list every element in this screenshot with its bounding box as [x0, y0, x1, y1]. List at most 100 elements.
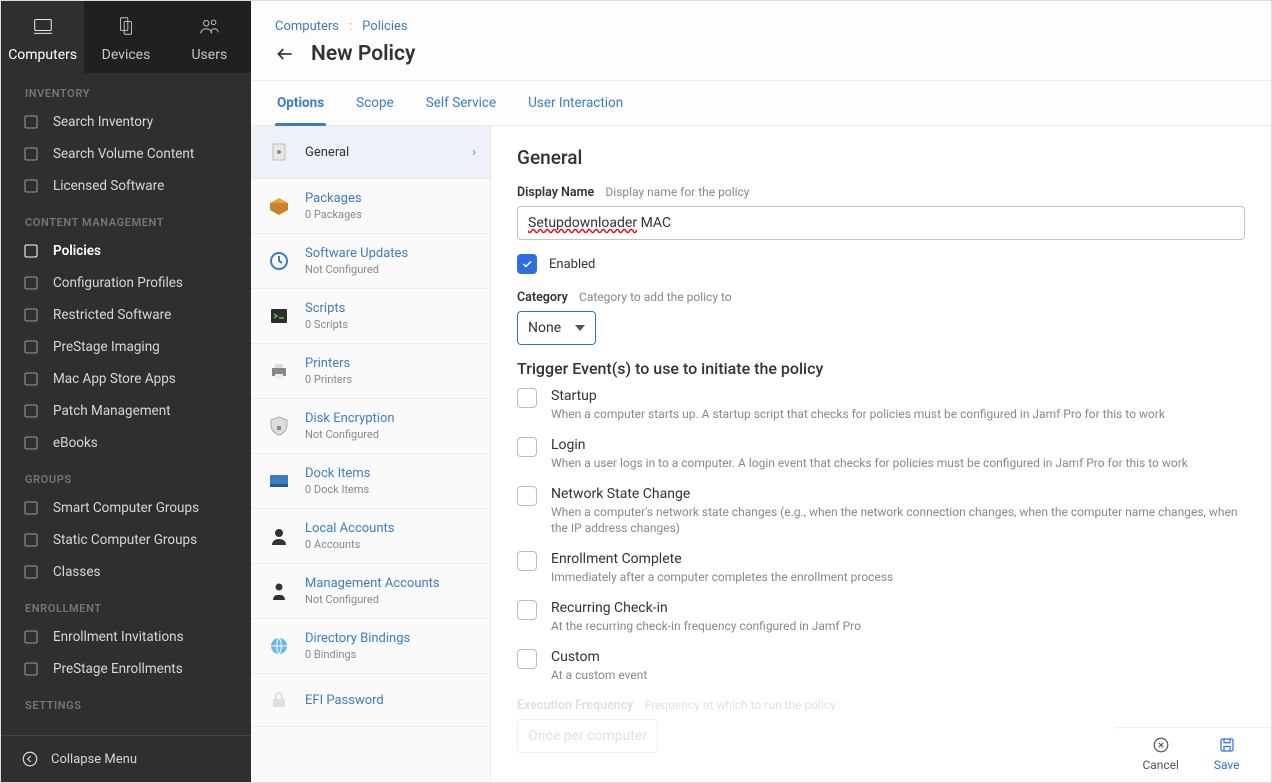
sidebar-item-patch-management[interactable]: Patch Management — [1, 395, 251, 427]
nav-icon — [21, 531, 41, 549]
nav-icon — [21, 338, 41, 356]
enabled-checkbox-row: Enabled — [517, 254, 1245, 274]
exec-freq-label: Execution Frequency — [517, 698, 633, 713]
save-button[interactable]: Save — [1214, 736, 1240, 772]
enabled-checkbox[interactable] — [517, 254, 537, 274]
trigger-network-state-change: Network State ChangeWhen a computer's ne… — [517, 486, 1245, 538]
trigger-hint: Event(s) to use to initiate the policy — [572, 359, 823, 378]
section-heading: INVENTORY — [1, 73, 251, 106]
sidebar-item-licensed-software[interactable]: Licensed Software — [1, 170, 251, 202]
trigger-custom: CustomAt a custom event — [517, 649, 1245, 684]
trigger-label: Trigger — [517, 359, 568, 378]
section-heading: GROUPS — [1, 459, 251, 492]
option-disk-encryption[interactable]: Disk EncryptionNot Configured — [251, 399, 490, 454]
sidebar-item-restricted-software[interactable]: Restricted Software — [1, 299, 251, 331]
option-icon — [265, 247, 293, 275]
trigger-checkbox[interactable] — [517, 437, 537, 457]
subtab-options[interactable]: Options — [275, 81, 326, 125]
trigger-startup: StartupWhen a computer starts up. A star… — [517, 388, 1245, 423]
nav-icon — [21, 306, 41, 324]
tab-users[interactable]: Users — [168, 1, 251, 73]
sidebar-item-ebooks[interactable]: eBooks — [1, 427, 251, 459]
option-printers[interactable]: Printers0 Printers — [251, 344, 490, 399]
sidebar-item-static-computer-groups[interactable]: Static Computer Groups — [1, 524, 251, 556]
option-general[interactable]: General› — [251, 126, 490, 179]
trigger-checkbox[interactable] — [517, 388, 537, 408]
nav-icon — [21, 177, 41, 195]
display-name-input[interactable]: Setupdownloader MAC — [517, 206, 1245, 240]
nav-icon — [21, 370, 41, 388]
options-list: General›Packages0 PackagesSoftware Updat… — [251, 126, 491, 782]
option-packages[interactable]: Packages0 Packages — [251, 179, 490, 234]
nav-icon — [21, 274, 41, 292]
option-local-accounts[interactable]: Local Accounts0 Accounts — [251, 509, 490, 564]
exec-freq-select[interactable]: Once per computer — [517, 719, 658, 753]
chevron-right-icon: › — [472, 145, 476, 160]
enabled-label: Enabled — [549, 257, 595, 272]
trigger-recurring-check-in: Recurring Check-inAt the recurring check… — [517, 600, 1245, 635]
option-dock-items[interactable]: Dock Items0 Dock Items — [251, 454, 490, 509]
option-icon — [265, 192, 293, 220]
option-icon — [265, 577, 293, 605]
tab-devices[interactable]: Devices — [84, 1, 167, 73]
sidebar-item-prestage-imaging[interactable]: PreStage Imaging — [1, 331, 251, 363]
nav-icon — [21, 499, 41, 517]
users-icon — [196, 15, 222, 41]
category-label: Category — [517, 290, 568, 305]
subtab-scope[interactable]: Scope — [354, 81, 396, 125]
breadcrumb-leaf[interactable]: Policies — [362, 19, 407, 34]
trigger-enrollment-complete: Enrollment CompleteImmediately after a c… — [517, 551, 1245, 586]
subtabs: Options Scope Self Service User Interaction — [251, 81, 1271, 126]
option-efi-password[interactable]: EFI Password — [251, 674, 490, 727]
collapse-label: Collapse Menu — [51, 752, 137, 767]
category-select[interactable]: None — [517, 311, 596, 345]
nav-icon — [21, 660, 41, 678]
option-icon — [265, 302, 293, 330]
sidebar-item-search-inventory[interactable]: Search Inventory — [1, 106, 251, 138]
trigger-checkbox[interactable] — [517, 600, 537, 620]
tab-computers[interactable]: Computers — [1, 1, 84, 73]
exec-freq-hint: Frequency at which to run the policy — [645, 698, 836, 712]
breadcrumb: Computers : Policies — [275, 19, 1247, 34]
collapse-menu[interactable]: Collapse Menu — [1, 735, 251, 782]
header: Computers : Policies New Policy — [251, 1, 1271, 81]
sidebar-item-prestage-enrollments[interactable]: PreStage Enrollments — [1, 653, 251, 685]
display-name-hint: Display name for the policy — [605, 185, 749, 199]
section-heading: ENROLLMENT — [1, 588, 251, 621]
sidebar-item-policies[interactable]: Policies — [1, 235, 251, 267]
trigger-checkbox[interactable] — [517, 551, 537, 571]
option-icon — [265, 412, 293, 440]
trigger-checkbox[interactable] — [517, 649, 537, 669]
nav-icon — [21, 628, 41, 646]
section-heading: CONTENT MANAGEMENT — [1, 202, 251, 235]
sidebar: ComputersDevicesUsers INVENTORYSearch In… — [1, 1, 251, 782]
option-scripts[interactable]: Scripts0 Scripts — [251, 289, 490, 344]
main: Computers : Policies New Policy Options S… — [251, 1, 1271, 782]
sidebar-item-smart-computer-groups[interactable]: Smart Computer Groups — [1, 492, 251, 524]
subtab-user-interaction[interactable]: User Interaction — [526, 81, 625, 125]
nav-icon — [21, 113, 41, 131]
content: General›Packages0 PackagesSoftware Updat… — [251, 126, 1271, 782]
sidebar-item-classes[interactable]: Classes — [1, 556, 251, 588]
sidebar-item-search-volume-content[interactable]: Search Volume Content — [1, 138, 251, 170]
sidebar-item-mac-app-store-apps[interactable]: Mac App Store Apps — [1, 363, 251, 395]
trigger-checkbox[interactable] — [517, 486, 537, 506]
nav: INVENTORYSearch InventorySearch Volume C… — [1, 73, 251, 735]
page-title: New Policy — [311, 42, 415, 66]
nav-icon — [21, 242, 41, 260]
footer-actions: Cancel Save — [1111, 727, 1271, 782]
sidebar-item-enrollment-invitations[interactable]: Enrollment Invitations — [1, 621, 251, 653]
option-directory-bindings[interactable]: Directory Bindings0 Bindings — [251, 619, 490, 674]
option-management-accounts[interactable]: Management AccountsNot Configured — [251, 564, 490, 619]
sidebar-item-configuration-profiles[interactable]: Configuration Profiles — [1, 267, 251, 299]
category-hint: Category to add the policy to — [579, 290, 732, 304]
breadcrumb-root[interactable]: Computers — [275, 19, 339, 34]
subtab-self-service[interactable]: Self Service — [424, 81, 498, 125]
back-button[interactable] — [275, 44, 295, 64]
cancel-button[interactable]: Cancel — [1142, 736, 1179, 772]
option-software-updates[interactable]: Software UpdatesNot Configured — [251, 234, 490, 289]
option-icon — [265, 357, 293, 385]
devices-icon — [113, 15, 139, 41]
trigger-list: StartupWhen a computer starts up. A star… — [517, 388, 1245, 684]
display-name-field: Display Name Display name for the policy… — [517, 185, 1245, 240]
